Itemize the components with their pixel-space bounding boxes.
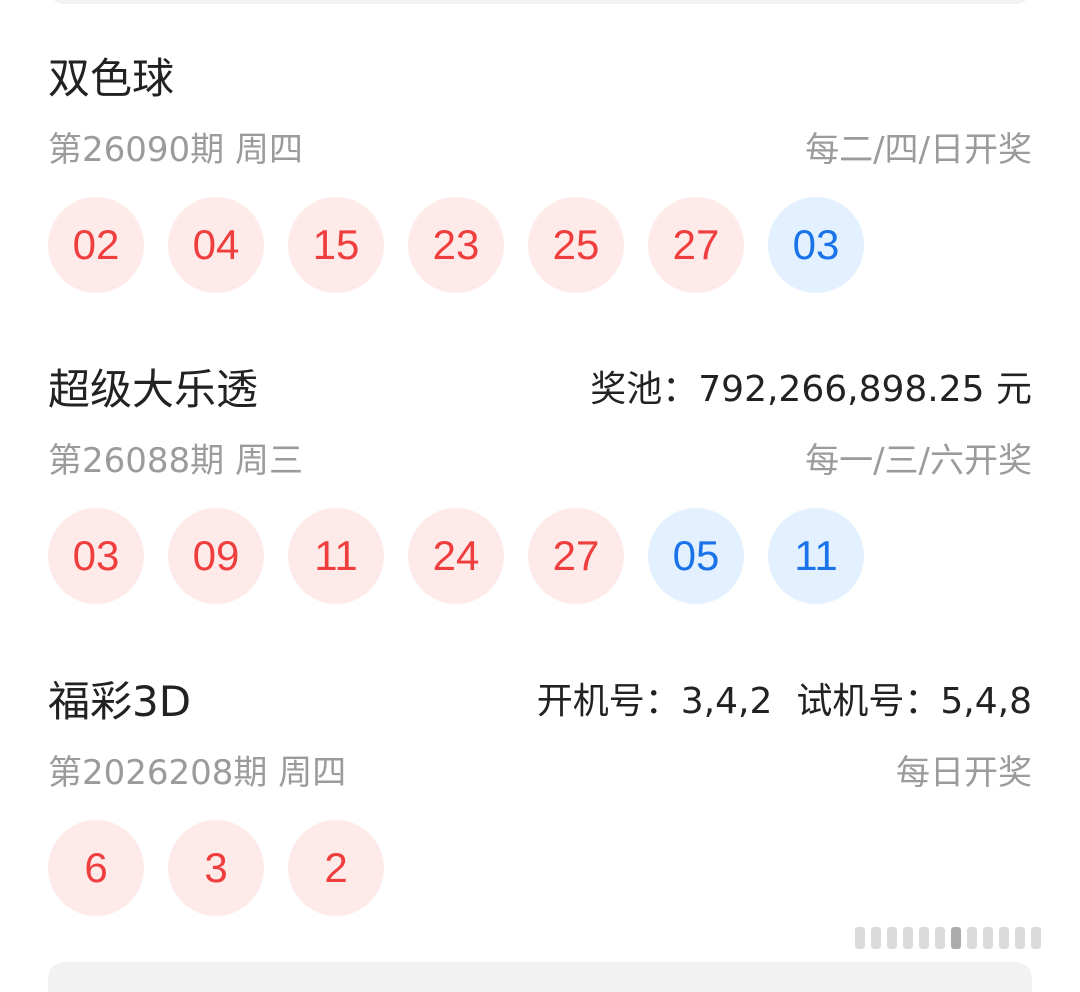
schedule-label: 每一/三/六开奖 [805, 440, 1032, 481]
ball-list: 02 04 15 23 25 27 03 [48, 197, 1032, 293]
lottery-header: 福彩3D 开机号：3,4,2 试机号：5,4,8 [48, 668, 1032, 728]
blue-ball: 03 [768, 197, 864, 293]
lottery-meta: 第2026208期 周四 每日开奖 [48, 744, 1032, 794]
red-ball: 11 [288, 508, 384, 604]
next-card-edge [48, 962, 1032, 992]
ball-list: 03 09 11 24 27 05 11 [48, 508, 1032, 604]
jackpot-label: 奖池：792,266,898.25 元 [590, 369, 1032, 410]
blue-ball: 11 [768, 508, 864, 604]
lottery-meta: 第26088期 周三 每一/三/六开奖 [48, 432, 1032, 482]
red-ball: 2 [288, 820, 384, 916]
ball-list: 6 3 2 [48, 820, 1032, 916]
lottery-header: 双色球 [48, 45, 1032, 105]
issue-label: 第2026208期 周四 [48, 752, 347, 793]
red-ball: 09 [168, 508, 264, 604]
schedule-label: 每二/四/日开奖 [805, 129, 1032, 170]
schedule-label: 每日开奖 [896, 752, 1032, 793]
red-ball: 03 [48, 508, 144, 604]
red-ball: 02 [48, 197, 144, 293]
shiji-number: 试机号：5,4,8 [796, 681, 1032, 722]
red-ball: 27 [528, 508, 624, 604]
lottery-name: 双色球 [48, 53, 175, 103]
lottery-card-fucai3d[interactable]: 福彩3D 开机号：3,4,2 试机号：5,4,8 第2026208期 周四 每日开… [48, 668, 1032, 916]
red-ball: 6 [48, 820, 144, 916]
lottery-name: 福彩3D [48, 676, 192, 726]
red-ball: 24 [408, 508, 504, 604]
red-ball: 25 [528, 197, 624, 293]
red-ball: 15 [288, 197, 384, 293]
lottery-card-shuangseqiu[interactable]: 双色球 第26090期 周四 每二/四/日开奖 02 04 15 23 25 2… [48, 45, 1032, 293]
red-ball: 27 [648, 197, 744, 293]
red-ball: 3 [168, 820, 264, 916]
red-ball: 04 [168, 197, 264, 293]
lottery-header: 超级大乐透 奖池：792,266,898.25 元 [48, 356, 1032, 416]
lottery-meta: 第26090期 周四 每二/四/日开奖 [48, 121, 1032, 171]
blue-ball: 05 [648, 508, 744, 604]
machine-numbers: 开机号：3,4,2 试机号：5,4,8 [537, 672, 1032, 724]
red-ball: 23 [408, 197, 504, 293]
issue-label: 第26090期 周四 [48, 129, 303, 170]
home-indicator-icon[interactable] [855, 920, 1065, 956]
lottery-name: 超级大乐透 [48, 364, 259, 414]
lottery-card-daletou[interactable]: 超级大乐透 奖池：792,266,898.25 元 第26088期 周三 每一/… [48, 356, 1032, 604]
issue-label: 第26088期 周三 [48, 440, 303, 481]
previous-card-edge [48, 0, 1032, 4]
kaiji-number: 开机号：3,4,2 [536, 681, 773, 722]
